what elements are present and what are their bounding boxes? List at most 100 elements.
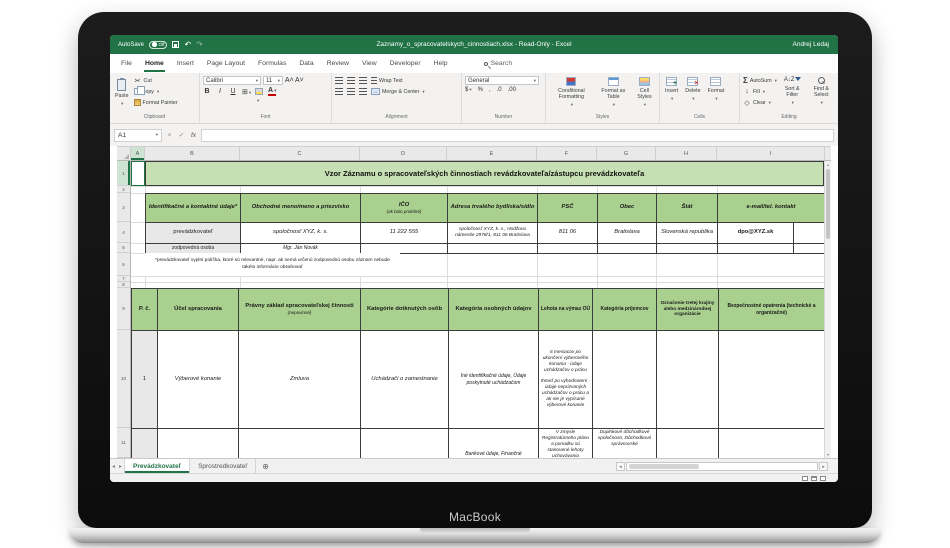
cell[interactable]: [718, 244, 794, 254]
save-icon[interactable]: [172, 41, 179, 48]
cut-button[interactable]: ✂Cut: [134, 76, 178, 85]
align-center-icon[interactable]: [347, 88, 355, 95]
cell[interactable]: [538, 244, 598, 254]
cell[interactable]: [719, 331, 824, 429]
scroll-down-icon[interactable]: ▾: [825, 452, 831, 457]
shrink-font-button[interactable]: A˅: [295, 77, 303, 84]
sort-filter-button[interactable]: A↓ZSort & Filter: [780, 76, 805, 114]
header-cell[interactable]: Štát: [657, 194, 718, 223]
header-cell[interactable]: Účel spracovania: [158, 289, 239, 331]
row-header-6[interactable]: 6: [117, 253, 130, 276]
header-cell[interactable]: Adresa trvalého bydliska/sídlo: [448, 194, 538, 223]
comma-style-button[interactable]: ,: [489, 87, 491, 93]
font-color-button[interactable]: A: [268, 87, 276, 96]
cell-styles-button[interactable]: Cell Styles: [633, 76, 656, 114]
cell[interactable]: Slovenská republika: [657, 223, 718, 244]
row-header-10[interactable]: 10: [117, 330, 130, 428]
column-header-c[interactable]: C: [240, 147, 360, 160]
cell[interactable]: [239, 429, 361, 458]
cell[interactable]: [593, 331, 657, 429]
cell[interactable]: dpo@XYZ.sk: [718, 223, 794, 244]
font-size-select[interactable]: 11: [263, 76, 283, 85]
cell[interactable]: Iné identifikačné údaje, Údaje poskytnut…: [449, 331, 539, 429]
row-header-5[interactable]: 5: [117, 243, 130, 253]
find-select-button[interactable]: Find & Select: [808, 76, 835, 114]
fill-button[interactable]: ↓Fill: [743, 87, 777, 96]
increase-decimal-button[interactable]: .0: [497, 87, 502, 93]
insert-cells-button[interactable]: Insert: [663, 76, 680, 114]
merge-center-button[interactable]: ↔Merge & Center: [371, 87, 425, 96]
header-cell[interactable]: Označenie tretej krajiny alebo medzináro…: [657, 289, 719, 331]
tab-formulas[interactable]: Formulas: [257, 55, 287, 72]
cell[interactable]: [598, 244, 657, 254]
tab-help[interactable]: Help: [433, 55, 449, 72]
header-cell[interactable]: PSČ: [538, 194, 598, 223]
header-cell[interactable]: Kategória osobných údajov: [449, 289, 539, 331]
column-header-e[interactable]: E: [447, 147, 537, 160]
underline-button[interactable]: U: [229, 88, 237, 95]
page-layout-view-icon[interactable]: [811, 476, 817, 481]
copy-button[interactable]: Copy: [134, 87, 178, 96]
horizontal-scroll-thumb[interactable]: [629, 464, 699, 469]
header-cell[interactable]: Obchodné meno/meno a priezvisko: [241, 194, 361, 223]
header-cell[interactable]: e-mail/tel. kontakt: [718, 194, 824, 223]
bold-button[interactable]: B: [203, 88, 211, 95]
accounting-format-button[interactable]: $: [465, 87, 472, 93]
column-header-h[interactable]: H: [656, 147, 717, 160]
delete-cells-button[interactable]: Delete: [683, 76, 702, 114]
tab-insert[interactable]: Insert: [176, 55, 195, 72]
cell[interactable]: Výberové konanie: [158, 331, 239, 429]
header-cell[interactable]: Identifikačné a kontaktné údaje*: [146, 194, 241, 223]
header-cell[interactable]: Kategórie dotknutých osôb: [361, 289, 449, 331]
column-header-d[interactable]: D: [360, 147, 447, 160]
paste-button[interactable]: Paste: [113, 76, 131, 114]
borders-button[interactable]: ⊞: [242, 88, 250, 96]
normal-view-icon[interactable]: [802, 476, 808, 481]
cell[interactable]: [719, 429, 824, 458]
horizontal-scrollbar[interactable]: ◂ ▸: [616, 462, 828, 471]
enter-icon[interactable]: ✓: [177, 131, 186, 139]
column-header-f[interactable]: F: [537, 147, 597, 160]
cell[interactable]: Bratislava: [598, 223, 657, 244]
column-header-g[interactable]: G: [597, 147, 656, 160]
search-box[interactable]: Search: [484, 60, 513, 67]
autosave-toggle[interactable]: Off: [149, 41, 167, 49]
row-header-3[interactable]: 3: [117, 193, 130, 222]
cell[interactable]: [657, 244, 718, 254]
italic-button[interactable]: I: [216, 88, 224, 95]
column-header-i[interactable]: I: [717, 147, 825, 160]
align-left-icon[interactable]: [335, 88, 343, 95]
tab-home[interactable]: Home: [144, 55, 165, 72]
cell[interactable]: [158, 429, 239, 458]
font-name-select[interactable]: Calibri: [203, 76, 261, 85]
row-header-4[interactable]: 4: [117, 222, 130, 243]
select-all-corner[interactable]: [117, 147, 131, 160]
row-header-1[interactable]: 1: [117, 161, 130, 186]
align-middle-icon[interactable]: [347, 77, 355, 84]
cell[interactable]: [448, 244, 538, 254]
conditional-formatting-button[interactable]: Conditional Formatting: [549, 76, 594, 114]
sheet-nav-right-icon[interactable]: ▸: [117, 463, 124, 470]
scroll-up-icon[interactable]: ▴: [825, 162, 831, 167]
header-cell[interactable]: IČO(ak bolo pridelné): [361, 194, 448, 223]
format-cells-button[interactable]: Format: [706, 76, 727, 114]
header-cell[interactable]: Bezpečnostné opatrenia (technické a orga…: [719, 289, 824, 331]
cell[interactable]: [794, 223, 824, 244]
sheet-tab-prevadzkovatel[interactable]: Prevádzkovateľ: [124, 459, 190, 473]
cell[interactable]: 811 06: [538, 223, 598, 244]
cell[interactable]: 1: [132, 331, 158, 429]
cell[interactable]: V zmysle Registratúrneho plánu a poriadk…: [539, 429, 593, 458]
cell[interactable]: Zmluva: [239, 331, 361, 429]
sheet-tab-sprostredkovatel[interactable]: Sprostredkovateľ: [190, 459, 256, 473]
row-header-11[interactable]: 11: [117, 428, 130, 458]
cell[interactable]: [132, 429, 158, 458]
sheet-nav-left-icon[interactable]: ◂: [110, 463, 117, 470]
decrease-decimal-button[interactable]: .00: [508, 87, 516, 93]
tab-file[interactable]: File: [120, 55, 133, 72]
header-cell[interactable]: Kategória príjemcov: [593, 289, 657, 331]
page-break-view-icon[interactable]: [820, 476, 826, 481]
header-cell[interactable]: Obec: [598, 194, 657, 223]
grow-font-button[interactable]: A˄: [285, 77, 293, 84]
header-cell[interactable]: P. č.: [132, 289, 158, 331]
format-as-table-button[interactable]: Format as Table: [597, 76, 630, 114]
